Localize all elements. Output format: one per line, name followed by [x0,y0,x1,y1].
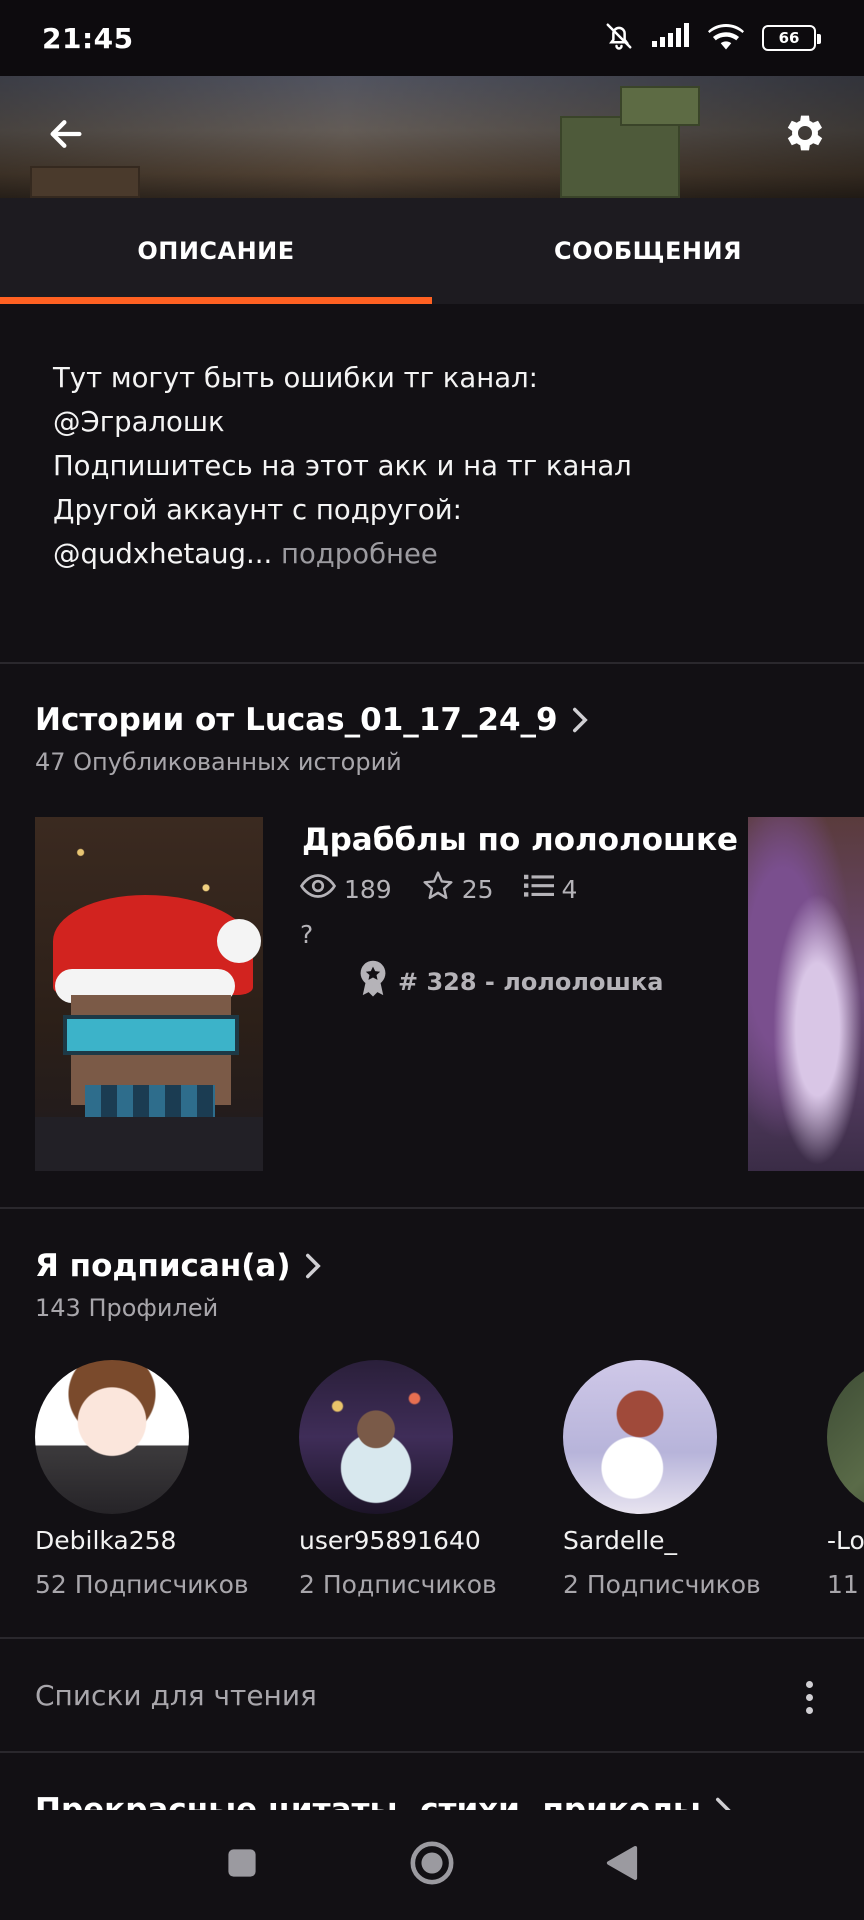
description-line-last: @qudxhetaug... подробнее [53,532,833,576]
bell-muted-icon [604,21,634,55]
arrow-left-icon [46,114,86,158]
section-divider [0,1751,864,1753]
story-title[interactable]: Драбблы по лололошке [302,822,738,858]
back-button[interactable] [36,106,96,166]
section-divider [0,1207,864,1209]
list-icon [523,873,554,905]
story-rank-badge[interactable]: # 328 - лололошка [358,960,663,1004]
reading-lists-label: Списки для чтения [35,1679,317,1712]
eye-icon [299,873,337,905]
following-title: Я подписан(а) [35,1248,291,1284]
profile-name: Sardelle_ [563,1526,678,1555]
star-icon [422,870,454,908]
description-line: @qudxhetaug... [53,538,273,570]
description-line: @Эгралошк [53,406,225,438]
following-profiles: Debilka258 52 Подписчиков user95891640 2… [0,1360,864,1610]
square-recents-icon [225,1846,259,1884]
parts-stat: 4 [523,873,578,905]
wifi-icon [708,22,744,54]
votes-stat: 25 [422,870,494,908]
section-divider [0,662,864,664]
signal-icon [652,23,690,53]
recents-button[interactable] [212,1835,272,1895]
avatar [35,1360,189,1514]
profile-followers: 11 [827,1570,859,1599]
avatar [827,1360,864,1514]
system-nav-bar [0,1810,864,1920]
stories-title: Истории от Lucas_01_17_24_9 [35,702,558,738]
following-count: 143 Профилей [35,1294,219,1322]
stories-count: 47 Опубликованных историй [35,748,402,776]
story-stats: 189 25 4 [299,870,593,908]
triangle-back-icon [605,1844,639,1886]
description-line: Тут могут быть ошибки тг канал: [53,362,538,394]
description-line: Другой аккаунт с подругой: [53,494,462,526]
section-divider [0,1637,864,1639]
views-count: 189 [344,874,392,904]
profile-name: user95891640 [299,1526,481,1555]
tab-description[interactable]: ОПИСАНИЕ [0,198,432,304]
profile-card[interactable]: user95891640 2 Подписчиков [299,1360,529,1599]
story-blurb: ? [300,920,314,949]
gear-icon [781,109,829,161]
profile-card[interactable]: Sardelle_ 2 Подписчиков [563,1360,793,1599]
settings-button[interactable] [774,104,836,166]
profile-name: Debilka258 [35,1526,177,1555]
banner-background-block [620,86,700,126]
system-back-button[interactable] [592,1835,652,1895]
dot [805,1680,813,1688]
cover-art-body [35,1117,263,1171]
profile-followers: 2 Подписчиков [563,1570,761,1599]
profile-followers: 2 Подписчиков [299,1570,497,1599]
profile-card[interactable]: -Lo 11 [827,1360,864,1610]
parts-count: 4 [561,874,578,904]
profile-followers: 52 Подписчиков [35,1570,249,1599]
story-cover[interactable] [35,817,263,1171]
profile-description: Тут могут быть ошибки тг канал: @Эгралош… [53,356,833,576]
battery-icon: 66 [762,25,821,51]
views-stat: 189 [299,873,392,905]
cover-art-pompom [217,919,261,963]
chevron-right-icon [570,706,590,734]
dot [805,1706,813,1714]
status-icons: 66 [604,21,821,55]
cover-art-goggles [63,1015,239,1055]
read-more-link[interactable]: подробнее [281,538,438,570]
more-options-button[interactable] [794,1672,824,1722]
banner-background-block [30,166,140,198]
battery-level: 66 [778,29,800,47]
status-bar: 21:45 66 [0,0,864,76]
circle-home-icon [409,1840,455,1890]
profile-tabs: ОПИСАНИЕ СООБЩЕНИЯ [0,198,864,304]
award-icon [358,960,388,1004]
profile-name: -Lo [827,1526,864,1555]
following-section-title[interactable]: Я подписан(а) [35,1248,323,1284]
tab-messages[interactable]: СООБЩЕНИЯ [432,198,864,304]
story-rank-text: # 328 - лололошка [398,968,664,996]
story-cover-next[interactable] [748,817,864,1171]
home-button[interactable] [402,1835,462,1895]
votes-count: 25 [461,874,494,904]
dot [805,1693,813,1701]
profile-header-banner [0,76,864,198]
description-line: Подпишитесь на этот акк и на тг канал [53,450,632,482]
status-time: 21:45 [42,21,134,55]
avatar [299,1360,453,1514]
stories-section-title[interactable]: Истории от Lucas_01_17_24_9 [35,702,590,738]
profile-card[interactable]: Debilka258 52 Подписчиков [35,1360,265,1599]
banner-background-block [560,116,680,198]
chevron-right-icon [303,1252,323,1280]
avatar [563,1360,717,1514]
